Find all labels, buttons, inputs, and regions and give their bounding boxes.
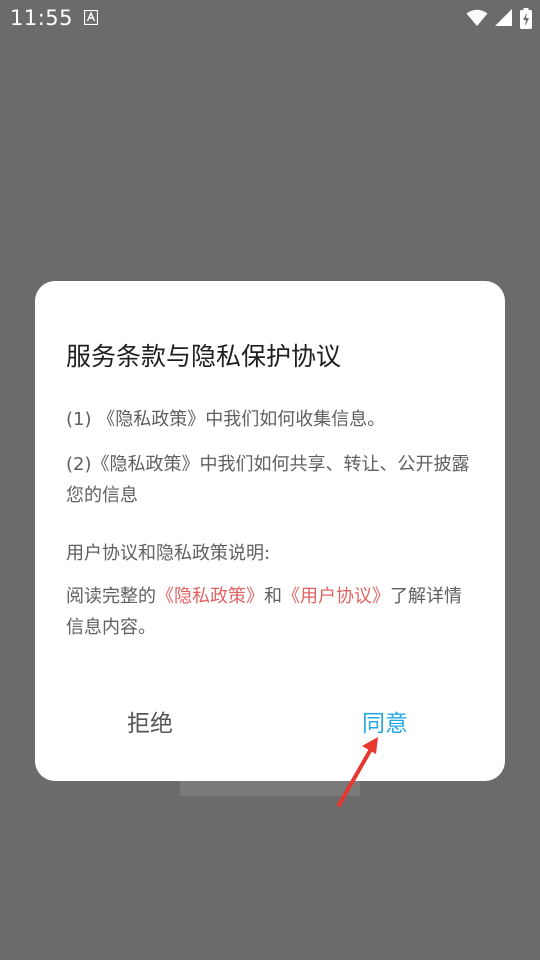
terms-privacy-dialog: 服务条款与隐私保护协议 (1) 《隐私政策》中我们如何收集信息。 (2)《隐私政…	[35, 281, 505, 781]
system-icons	[466, 7, 532, 29]
battery-charging-icon	[520, 7, 532, 29]
reject-button[interactable]: 拒绝	[127, 704, 173, 738]
user-agreement-link[interactable]: 《用户协议》	[282, 586, 390, 607]
read-full-text: 阅读完整的《隐私政策》和《用户协议》了解详情信息内容。	[66, 581, 476, 643]
status-bar: 11:55	[0, 0, 540, 38]
dialog-title: 服务条款与隐私保护协议	[66, 342, 342, 371]
policy-item-2: (2)《隐私政策》中我们如何共享、转让、公开披露您的信息	[66, 454, 470, 506]
wifi-icon	[466, 9, 488, 26]
read-prefix: 阅读完整的	[66, 586, 156, 607]
and-text: 和	[264, 586, 282, 607]
a-notification-icon	[84, 10, 98, 25]
policy-item-1: (1) 《隐私政策》中我们如何收集信息。	[66, 409, 386, 430]
status-time: 11:55	[10, 6, 74, 30]
agree-button[interactable]: 同意	[362, 704, 408, 738]
privacy-policy-link[interactable]: 《隐私政策》	[156, 586, 264, 607]
signal-icon	[495, 9, 512, 26]
section-heading: 用户协议和隐私政策说明:	[66, 543, 271, 564]
